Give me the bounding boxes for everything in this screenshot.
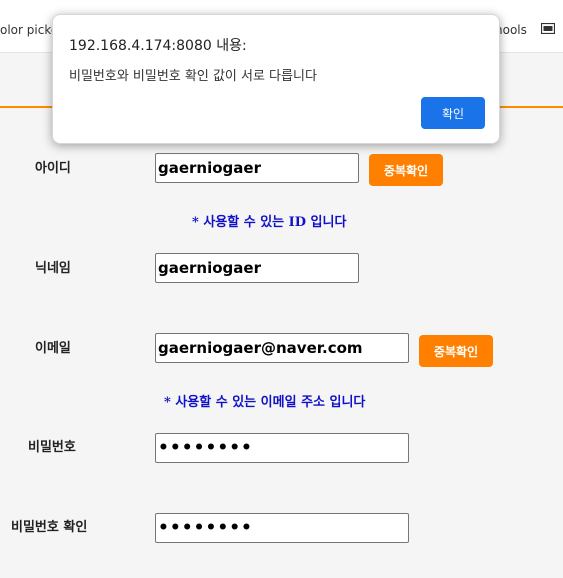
alert-dialog: 192.168.4.174:8080 내용: 비밀번호와 비밀번호 확인 값이 … — [52, 14, 500, 144]
id-label: 아이디 — [35, 161, 71, 176]
email-label: 이메일 — [35, 341, 71, 356]
email-available-message: * 사용할 수 있는 이메일 주소 입니다 — [164, 395, 366, 410]
bookmark-folder-icon[interactable] — [541, 23, 555, 34]
email-duplicate-check-button[interactable]: 중복확인 — [419, 335, 493, 367]
dialog-title: 192.168.4.174:8080 내용: — [69, 38, 247, 54]
dialog-message: 비밀번호와 비밀번호 확인 값이 서로 다릅니다 — [69, 69, 317, 84]
password-confirm-input[interactable] — [155, 513, 409, 543]
bookmark-item-color-picker[interactable]: olor picke — [0, 23, 58, 37]
email-input[interactable] — [155, 333, 409, 363]
id-input[interactable] — [155, 153, 359, 183]
password-input[interactable] — [155, 433, 409, 463]
id-duplicate-check-button[interactable]: 중복확인 — [369, 154, 443, 186]
nickname-label: 닉네임 — [35, 261, 71, 276]
dialog-ok-button[interactable]: 확인 — [421, 97, 485, 129]
password-confirm-label: 비밀번호 확인 — [11, 520, 88, 535]
id-available-message: * 사용할 수 있는 ID 입니다 — [192, 215, 347, 230]
nickname-input[interactable] — [155, 253, 359, 283]
password-label: 비밀번호 — [28, 440, 76, 455]
